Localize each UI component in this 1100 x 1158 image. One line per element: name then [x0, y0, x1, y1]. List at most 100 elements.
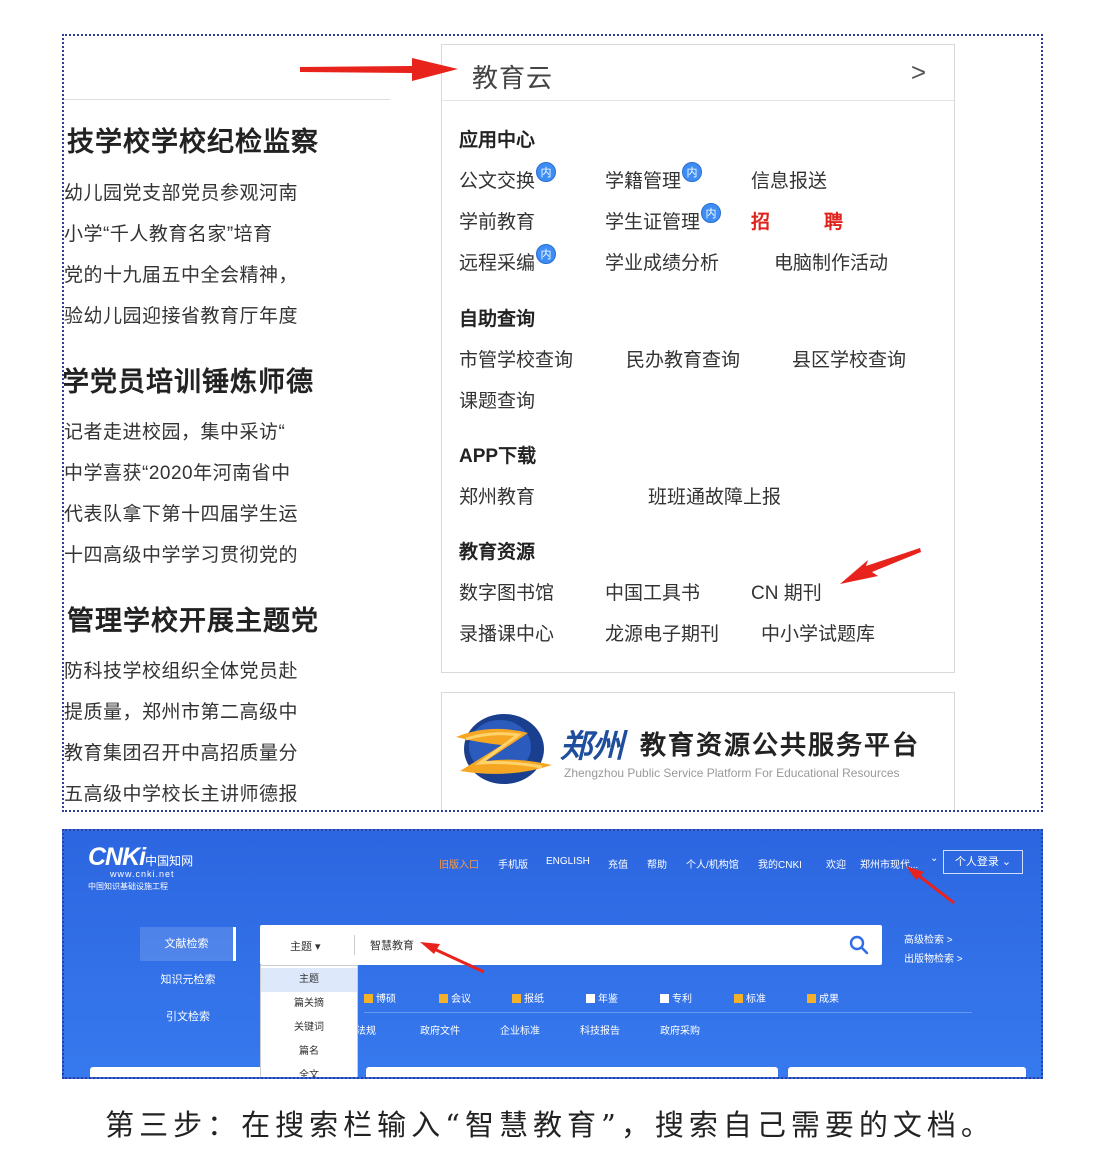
checkbox-unchecked-icon	[660, 993, 669, 1003]
search-icon[interactable]	[848, 934, 870, 956]
news-headline[interactable]: 学党员培训锤炼师德	[64, 360, 314, 399]
checkbox-checked-icon	[734, 993, 743, 1003]
nav-english[interactable]: ENGLISH	[546, 856, 590, 867]
link-preschool[interactable]: 学前教育	[459, 207, 535, 234]
search-bar: 主题 ▾	[260, 925, 882, 965]
link-student-id[interactable]: 学生证管理内	[605, 203, 722, 234]
link-topic-query[interactable]: 课题查询	[459, 386, 535, 413]
nav-mobile[interactable]: 手机版	[498, 856, 528, 871]
cnki-logo-cn: 中国知网	[145, 854, 194, 868]
edu-cloud-panel: 教育云 > 应用中心 公文交换内 学籍管理内 信息报送 学前教育 学生证管理内 …	[441, 44, 955, 673]
cnki-logo-mark: CNKi	[88, 843, 146, 871]
news-line[interactable]: 五高级中学校长主讲师德报	[64, 779, 298, 806]
nav-recharge[interactable]: 充值	[608, 856, 628, 871]
checkbox-checked-icon	[364, 993, 373, 1003]
category-enterprise-standards[interactable]: 企业标准	[500, 1022, 540, 1037]
nav-library[interactable]: 个人/机构馆	[686, 856, 739, 871]
divider	[354, 935, 355, 955]
dropdown-option[interactable]: 篇关摘	[261, 992, 357, 1016]
intranet-badge-icon: 内	[682, 162, 703, 182]
checkbox-checked-icon	[439, 993, 448, 1003]
platform-subtitle: Zhengzhou Public Service Platform For Ed…	[564, 766, 900, 780]
link-city-school-query[interactable]: 市管学校查询	[459, 345, 573, 372]
tab-citation-search[interactable]: 引文检索	[140, 1000, 236, 1034]
news-line[interactable]: 教育集团召开中高招质量分	[64, 738, 298, 765]
link-cn-journals[interactable]: CN 期刊	[751, 578, 822, 605]
content-card	[788, 1067, 1026, 1077]
link-remote-editing[interactable]: 远程采编内	[459, 244, 557, 275]
checkbox-unchecked-icon	[586, 993, 595, 1003]
category-regulations[interactable]: 法规	[356, 1022, 376, 1037]
dropdown-option[interactable]: 全文	[261, 1064, 357, 1077]
dropdown-option[interactable]: 主题	[261, 968, 357, 992]
dropdown-option[interactable]: 关键词	[261, 1016, 357, 1040]
link-test-bank[interactable]: 中小学试题库	[761, 619, 875, 646]
checkbox-standard[interactable]: 标准	[734, 990, 766, 1005]
cnki-screenshot-panel: CNKi中国知网 www.cnki.net 中国知识基础设施工程 旧版入口 手机…	[62, 829, 1043, 1079]
intranet-badge-icon: 内	[536, 244, 557, 264]
cnki-logo[interactable]: CNKi中国知网 www.cnki.net 中国知识基础设施工程	[88, 843, 194, 891]
nav-institution[interactable]: 郑州市现代...	[860, 856, 918, 871]
link-computer-activity[interactable]: 电脑制作活动	[774, 248, 888, 275]
personal-login-button[interactable]: 个人登录 ⌄	[943, 850, 1023, 874]
link-county-school-query[interactable]: 县区学校查询	[792, 345, 906, 372]
cnki-logo-tagline: 中国知识基础设施工程	[88, 882, 168, 891]
category-tech-reports[interactable]: 科技报告	[580, 1022, 620, 1037]
checkbox-thesis[interactable]: 博硕	[364, 990, 396, 1005]
dropdown-option[interactable]: 篇名	[261, 1040, 357, 1064]
platform-banner[interactable]: 郑州 教育资源公共服务平台 Zhengzhou Public Service P…	[441, 692, 955, 810]
news-line[interactable]: 党的十九届五中全会精神，	[64, 260, 298, 287]
news-line[interactable]: 十四高级中学学习贯彻党的	[64, 540, 298, 567]
link-app-zhengzhou-edu[interactable]: 郑州教育	[459, 482, 535, 509]
platform-logo-icon	[456, 714, 552, 784]
tab-knowledge-search[interactable]: 知识元检索	[140, 963, 236, 997]
link-private-edu-query[interactable]: 民办教育查询	[626, 345, 740, 372]
link-student-records[interactable]: 学籍管理内	[605, 162, 703, 193]
checkbox-conference[interactable]: 会议	[439, 990, 471, 1005]
link-app-fault-report[interactable]: 班班通故障上报	[648, 482, 781, 509]
platform-title: 教育资源公共服务平台	[640, 730, 921, 760]
link-recruit[interactable]: 招	[751, 207, 770, 234]
news-headline[interactable]: 技学校学校纪检监察	[67, 120, 319, 159]
news-headline[interactable]: 管理学校开展主题党	[67, 599, 319, 638]
nav-old-version[interactable]: 旧版入口	[439, 856, 479, 871]
news-line[interactable]: 防科技学校组织全体党员赴	[64, 656, 298, 683]
news-line[interactable]: 提质量，郑州市第二高级中	[64, 697, 298, 724]
news-line[interactable]: 代表队拿下第十四届学生运	[64, 499, 298, 526]
search-input[interactable]	[370, 936, 810, 954]
nav-help[interactable]: 帮助	[647, 856, 667, 871]
category-gov-procurement[interactable]: 政府采购	[660, 1022, 700, 1037]
link-china-reference[interactable]: 中国工具书	[605, 578, 700, 605]
advanced-search-link[interactable]: 高级检索 >	[904, 931, 953, 946]
category-gov-docs[interactable]: 政府文件	[420, 1022, 460, 1037]
link-longyuan-journals[interactable]: 龙源电子期刊	[605, 619, 719, 646]
cnki-logo-url: www.cnki.net	[110, 869, 175, 879]
link-recorded-courses[interactable]: 录播课中心	[459, 619, 554, 646]
news-line[interactable]: 中学喜获“2020年河南省中	[64, 458, 291, 485]
section-title: 教育资源	[459, 542, 536, 563]
checkbox-yearbook[interactable]: 年鉴	[586, 990, 618, 1005]
section-title: 自助查询	[459, 309, 536, 330]
chevron-down-icon[interactable]: ⌄	[930, 853, 938, 864]
nav-my-cnki[interactable]: 我的CNKI	[758, 856, 802, 871]
divider	[64, 99, 390, 100]
news-line[interactable]: 验幼儿园迎接省教育厅年度	[64, 301, 298, 328]
link-hire[interactable]: 聘	[824, 207, 843, 234]
edu-cloud-header[interactable]: 教育云 >	[442, 45, 954, 101]
content-card	[366, 1067, 778, 1077]
checkbox-patent[interactable]: 专利	[660, 990, 692, 1005]
search-field-select[interactable]: 主题 ▾	[290, 938, 321, 954]
checkbox-achievement[interactable]: 成果	[807, 990, 839, 1005]
chevron-right-icon[interactable]: >	[911, 57, 926, 88]
news-line[interactable]: 小学“千人教育名家”培育	[64, 219, 273, 246]
link-document-exchange[interactable]: 公文交换内	[459, 162, 557, 193]
news-line[interactable]: 幼儿园党支部党员参观河南	[64, 178, 298, 205]
top-screenshot-panel: 技学校学校纪检监察 幼儿园党支部党员参观河南 小学“千人教育名家”培育 党的十九…	[62, 34, 1043, 812]
link-grade-analysis[interactable]: 学业成绩分析	[605, 248, 719, 275]
news-line[interactable]: 记者走进校园，集中采访“	[64, 417, 285, 444]
link-digital-library[interactable]: 数字图书馆	[459, 578, 554, 605]
publication-search-link[interactable]: 出版物检索 >	[904, 950, 963, 965]
checkbox-newspaper[interactable]: 报纸	[512, 990, 544, 1005]
tab-literature-search[interactable]: 文献检索	[140, 927, 236, 961]
link-info-report[interactable]: 信息报送	[751, 166, 827, 193]
